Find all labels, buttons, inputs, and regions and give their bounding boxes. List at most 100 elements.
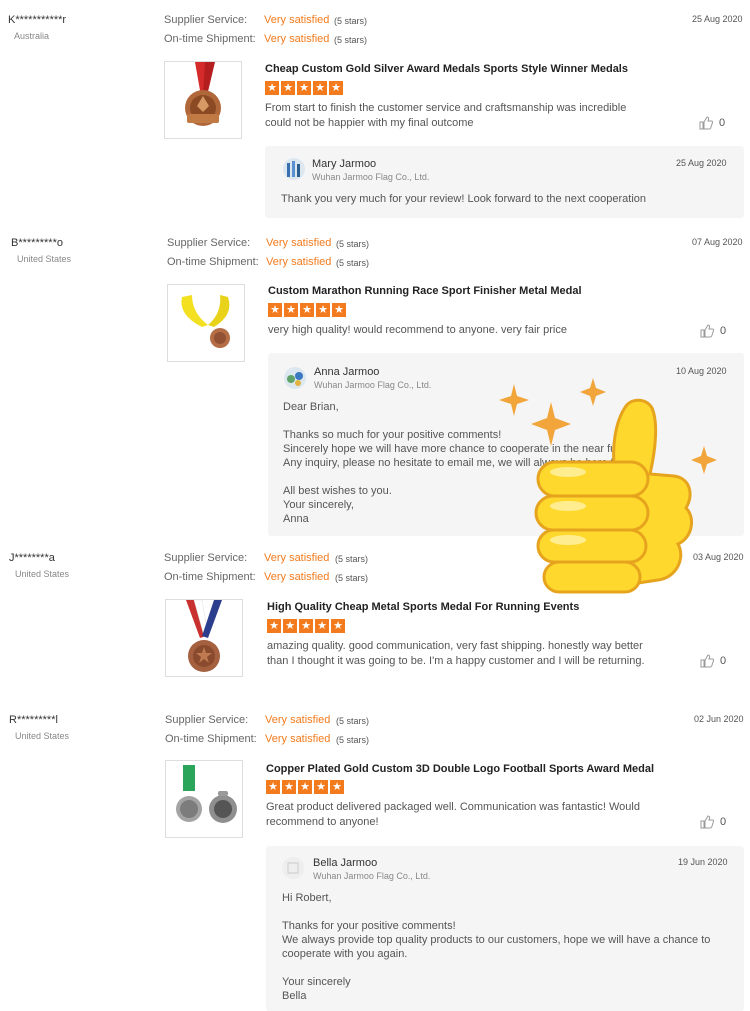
star-icon: ★	[330, 780, 344, 794]
supplier-service-label: Supplier Service:	[165, 714, 249, 726]
star-icon: ★	[281, 81, 295, 95]
shipment-value: Very satisfied	[265, 733, 331, 745]
avatar	[284, 367, 306, 389]
star-icon: ★	[299, 619, 313, 633]
supplier-reply: Mary Jarmoo Wuhan Jarmoo Flag Co., Ltd. …	[265, 146, 744, 218]
buyer-country: United States	[17, 254, 72, 264]
like-count: 0	[719, 117, 726, 129]
supplier-service-stars: (5 stars)	[336, 239, 370, 249]
like-count: 0	[720, 655, 727, 667]
shipment-value: Very satisfied	[264, 571, 330, 583]
supplier-service-stars: (5 stars)	[335, 554, 369, 564]
reply-date: 19 Jun 2020	[678, 857, 728, 867]
review-card: K***********r Australia Supplier Service…	[0, 0, 750, 225]
review-text: From start to finish the customer servic…	[265, 102, 627, 129]
buyer-name: K***********r	[8, 14, 67, 26]
reply-text: Hi Robert, Thanks for your positive comm…	[282, 892, 711, 1002]
supplier-service-label: Supplier Service:	[164, 14, 248, 26]
supplier-service-label: Supplier Service:	[164, 552, 248, 564]
star-icon: ★	[283, 619, 297, 633]
reply-company: Wuhan Jarmoo Flag Co., Ltd.	[314, 380, 432, 390]
thumbs-up-sticker	[498, 378, 720, 606]
reply-company: Wuhan Jarmoo Flag Co., Ltd.	[313, 871, 431, 881]
shipment-stars: (5 stars)	[336, 735, 370, 745]
review-text: very high quality! would recommend to an…	[268, 324, 567, 336]
supplier-service-stars: (5 stars)	[334, 16, 368, 26]
buyer-country: United States	[15, 569, 70, 579]
star-icon: ★	[266, 780, 280, 794]
shipment-stars: (5 stars)	[336, 258, 370, 268]
rating-stars: ★ ★ ★ ★ ★	[267, 619, 345, 633]
shipment-stars: (5 stars)	[334, 35, 368, 45]
shipment-label: On-time Shipment:	[165, 733, 257, 745]
shipment-label: On-time Shipment:	[164, 33, 256, 45]
rating-stars: ★ ★ ★ ★ ★	[266, 780, 344, 794]
star-icon: ★	[331, 619, 345, 633]
product-thumbnail[interactable]	[164, 61, 242, 139]
product-title[interactable]: Copper Plated Gold Custom 3D Double Logo…	[266, 763, 654, 775]
star-icon: ★	[297, 81, 311, 95]
like-button[interactable]: 0	[699, 116, 725, 130]
star-icon: ★	[298, 780, 312, 794]
star-icon: ★	[314, 780, 328, 794]
star-icon: ★	[315, 619, 329, 633]
rating-stars: ★ ★ ★ ★ ★	[268, 303, 346, 317]
supplier-service-value: Very satisfied	[266, 237, 332, 249]
like-count: 0	[720, 325, 727, 337]
star-icon: ★	[284, 303, 298, 317]
reply-company: Wuhan Jarmoo Flag Co., Ltd.	[312, 172, 430, 182]
reply-date: 10 Aug 2020	[676, 366, 727, 376]
like-button[interactable]: 0	[700, 815, 726, 829]
supplier-service-value: Very satisfied	[265, 714, 331, 726]
star-icon: ★	[265, 81, 279, 95]
star-icon: ★	[282, 780, 296, 794]
product-thumbnail[interactable]	[165, 599, 243, 677]
thumb-up-icon	[700, 654, 714, 668]
rating-stars: ★ ★ ★ ★ ★	[265, 81, 343, 95]
buyer-name: R*********l	[9, 714, 58, 726]
star-icon: ★	[300, 303, 314, 317]
thumb-up-icon	[700, 815, 714, 829]
review-text: Great product delivered packaged well. C…	[266, 801, 640, 828]
reply-text: Thank you very much for your review! Loo…	[281, 193, 647, 205]
shipment-label: On-time Shipment:	[167, 256, 259, 268]
star-icon: ★	[332, 303, 346, 317]
review-text: amazing quality. good communication, ver…	[267, 640, 645, 667]
buyer-name: J********a	[9, 552, 55, 564]
shipment-stars: (5 stars)	[335, 573, 369, 583]
product-title[interactable]: Cheap Custom Gold Silver Award Medals Sp…	[265, 63, 628, 75]
product-thumbnail[interactable]	[165, 760, 243, 838]
buyer-name: B*********o	[11, 237, 63, 249]
avatar	[283, 158, 305, 180]
avatar	[282, 857, 304, 879]
like-button[interactable]: 0	[700, 324, 726, 338]
review-date: 02 Jun 2020	[694, 714, 744, 724]
reply-date: 25 Aug 2020	[676, 158, 727, 168]
review-date: 07 Aug 2020	[692, 237, 743, 247]
supplier-service-value: Very satisfied	[264, 552, 330, 564]
product-thumbnail[interactable]	[167, 284, 245, 362]
product-title[interactable]: Custom Marathon Running Race Sport Finis…	[268, 285, 582, 297]
thumb-up-icon	[699, 116, 713, 130]
supplier-service-stars: (5 stars)	[336, 716, 370, 726]
buyer-country: United States	[15, 731, 70, 741]
star-icon: ★	[268, 303, 282, 317]
shipment-label: On-time Shipment:	[164, 571, 256, 583]
supplier-reply: Bella Jarmoo Wuhan Jarmoo Flag Co., Ltd.…	[266, 846, 744, 1011]
shipment-value: Very satisfied	[266, 256, 332, 268]
thumb-up-icon	[700, 324, 714, 338]
star-icon: ★	[313, 81, 327, 95]
buyer-country: Australia	[14, 31, 50, 41]
review-date: 25 Aug 2020	[692, 14, 743, 24]
like-button[interactable]: 0	[700, 654, 726, 668]
reply-author: Mary Jarmoo	[312, 158, 377, 170]
supplier-service-label: Supplier Service:	[167, 237, 251, 249]
supplier-service-value: Very satisfied	[264, 14, 330, 26]
review-card: R*********l United States Supplier Servi…	[0, 707, 750, 1011]
shipment-value: Very satisfied	[264, 33, 330, 45]
reply-author: Bella Jarmoo	[313, 857, 378, 869]
star-icon: ★	[267, 619, 281, 633]
star-icon: ★	[329, 81, 343, 95]
reply-author: Anna Jarmoo	[314, 366, 380, 378]
star-icon: ★	[316, 303, 330, 317]
